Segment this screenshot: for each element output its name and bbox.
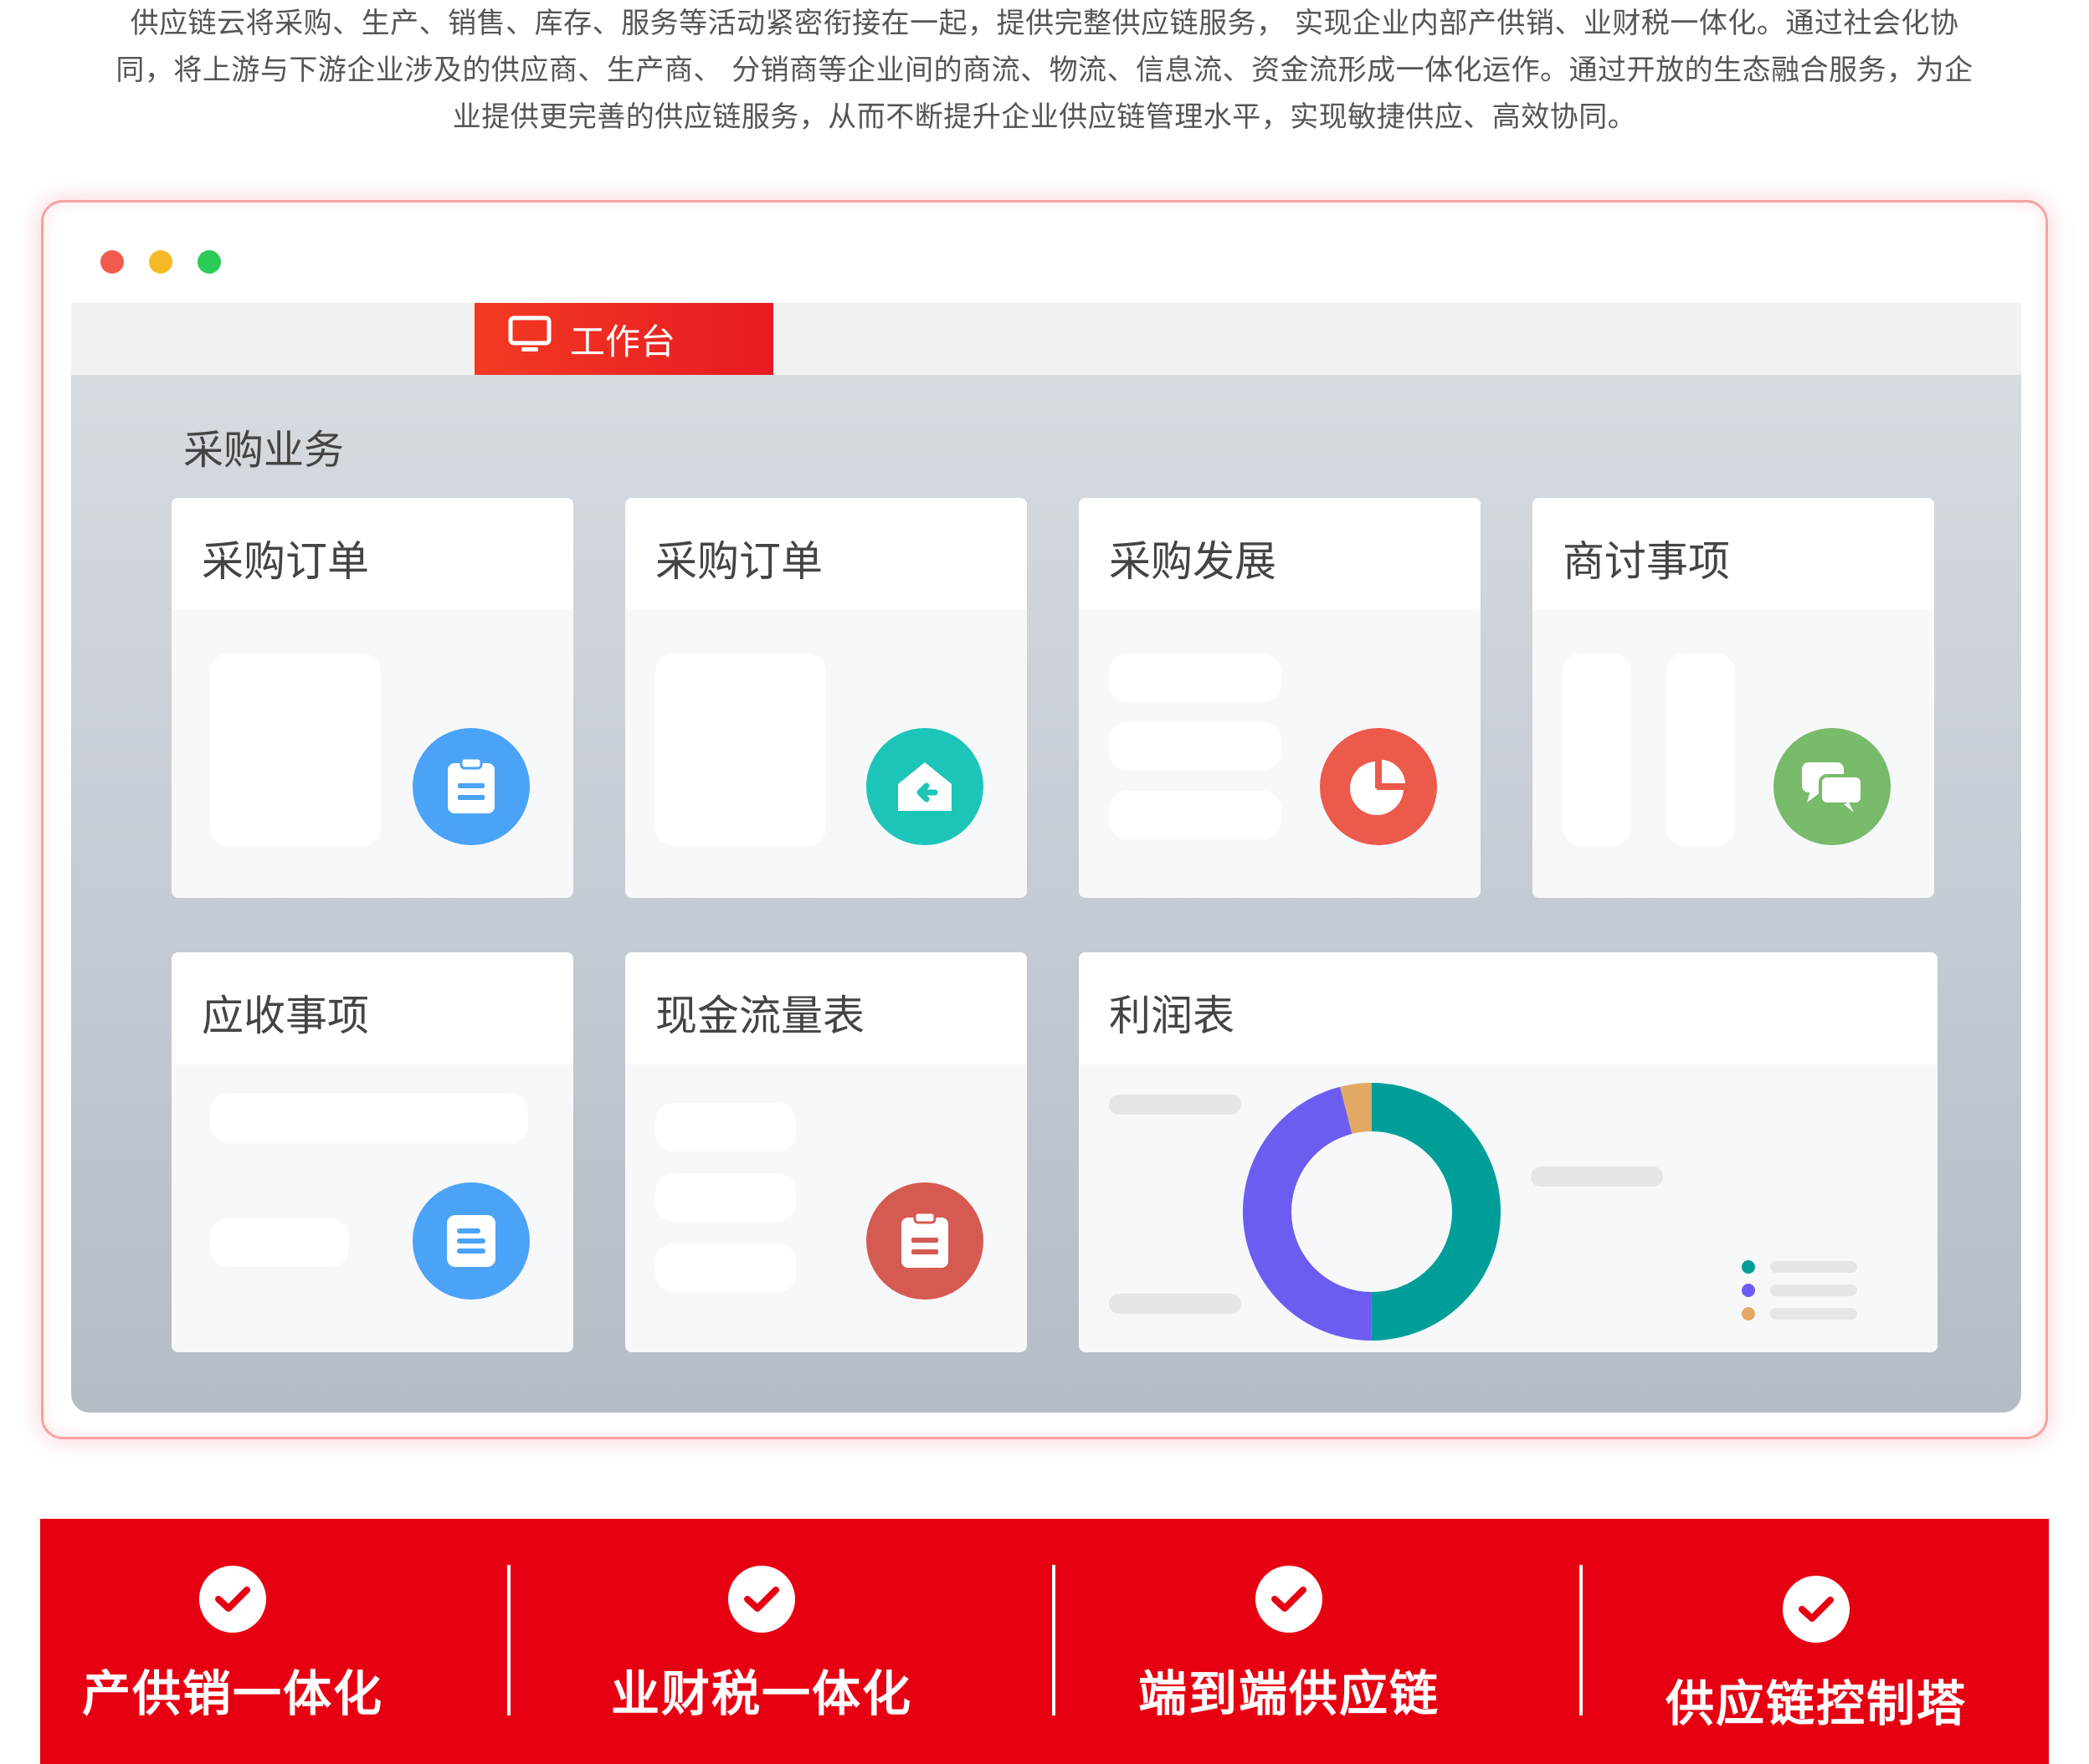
placeholder-row [655, 1103, 796, 1151]
card-discussion-items[interactable]: 商讨事项 [1532, 498, 1934, 898]
home-return-icon [866, 728, 983, 845]
clipboard-icon [413, 728, 530, 845]
card-purchase-development[interactable]: 采购发展 [1079, 498, 1481, 898]
placeholder-row [210, 1093, 528, 1143]
card-title: 采购发展 [1079, 498, 1481, 610]
divider [1579, 1565, 1583, 1715]
feature-label: 产供销一体化 [81, 1665, 383, 1722]
close-dot[interactable] [100, 250, 124, 274]
placeholder-bar [1531, 1167, 1663, 1187]
placeholder-block [210, 654, 381, 846]
placeholder-column [1666, 654, 1735, 846]
placeholder-row [1109, 722, 1281, 771]
check-icon [1783, 1576, 1850, 1643]
intro-line: 同，将上游与下游企业涉及的供应商、生产商、 分销商等企业间的商流、物流、信息流、… [115, 54, 1974, 87]
intro-paragraph: 供应链云将采购、生产、销售、库存、服务等活动紧密衔接在一起，提供完整供应链服务，… [50, 0, 2039, 141]
placeholder-column [1563, 654, 1631, 846]
intro-line: 供应链云将采购、生产、销售、库存、服务等活动紧密衔接在一起，提供完整供应链服务，… [130, 7, 1959, 40]
placeholder-row [210, 1218, 349, 1267]
card-title: 现金流量表 [625, 952, 1027, 1064]
divider [507, 1565, 511, 1715]
legend-dot [1742, 1307, 1755, 1320]
card-title: 应收事项 [172, 952, 573, 1064]
card-title: 采购订单 [625, 498, 1027, 610]
feature-label: 业财税一体化 [610, 1665, 912, 1722]
placeholder-row [1109, 791, 1281, 839]
card-cash-flow[interactable]: 现金流量表 [625, 952, 1027, 1352]
workspace-panel: 采购业务 采购订单 采购订单 采购发展 商讨事项 应收事项 现金流量表 利润表 [71, 375, 2021, 1413]
window-controls [100, 250, 221, 274]
card-profit-statement[interactable]: 利润表 [1079, 952, 1938, 1352]
clipboard-icon [866, 1182, 983, 1300]
pie-chart-icon [1320, 728, 1437, 845]
feature-banner: 产供销一体化 业财税一体化 端到端供应链 供应链控制塔 [40, 1519, 2049, 1764]
legend-bar [1770, 1308, 1857, 1320]
placeholder-block [655, 654, 826, 846]
document-icon [413, 1182, 530, 1300]
feature-label: 端到端供应链 [1137, 1665, 1440, 1722]
placeholder-row [655, 1244, 796, 1292]
card-title: 商讨事项 [1532, 498, 1934, 610]
maximize-dot[interactable] [198, 250, 221, 274]
card-title: 采购订单 [172, 498, 573, 610]
check-icon [728, 1566, 795, 1633]
feature-item: 业财税一体化 [603, 1566, 921, 1764]
card-title: 利润表 [1079, 952, 1938, 1064]
tab-bar: 工作台 [71, 303, 2021, 375]
feature-label: 供应链控制塔 [1665, 1675, 1967, 1732]
placeholder-bar [1109, 1294, 1241, 1314]
app-window-mockup: 工作台 采购业务 采购订单 采购订单 采购发展 商讨事项 应收事项 现金流量表 … [41, 200, 2048, 1439]
legend-bar [1770, 1285, 1857, 1296]
intro-line: 业提供更完善的供应链服务，从而不断提升企业供应链管理水平，实现敏捷供应、高效协同… [452, 100, 1637, 134]
tab-label: 工作台 [570, 320, 676, 362]
card-purchase-order-2[interactable]: 采购订单 [625, 498, 1027, 898]
section-title: 采购业务 [183, 427, 345, 474]
check-icon [1255, 1566, 1322, 1633]
feature-item: 供应链控制塔 [1657, 1576, 1975, 1764]
monitor-icon [508, 315, 552, 362]
divider [1052, 1565, 1055, 1715]
tab-workbench[interactable]: 工作台 [475, 303, 773, 375]
legend-dot [1742, 1260, 1755, 1274]
donut-chart [1243, 1083, 1501, 1341]
placeholder-row [1109, 654, 1281, 702]
check-icon [199, 1566, 266, 1633]
legend-dot [1742, 1284, 1755, 1297]
feature-item: 端到端供应链 [1130, 1566, 1448, 1764]
feature-item: 产供销一体化 [74, 1566, 392, 1764]
placeholder-row [655, 1173, 796, 1222]
chat-bubbles-icon [1773, 728, 1891, 845]
card-receivables[interactable]: 应收事项 [172, 952, 573, 1352]
legend-bar [1770, 1261, 1857, 1273]
card-purchase-order[interactable]: 采购订单 [172, 498, 573, 898]
placeholder-bar [1109, 1095, 1241, 1115]
minimize-dot[interactable] [149, 250, 172, 274]
